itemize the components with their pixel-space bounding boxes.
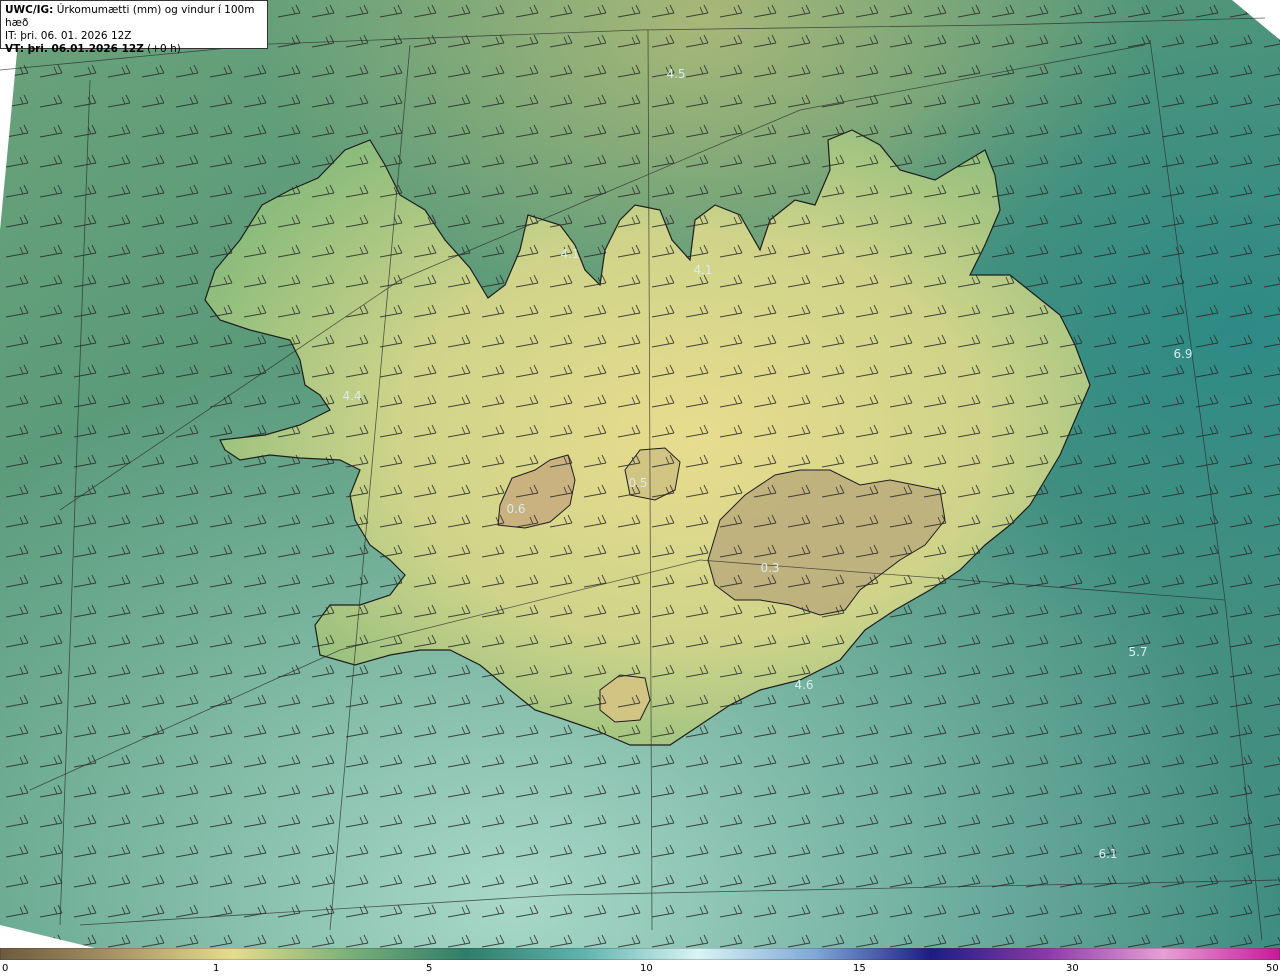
label-0-6: 0.6 xyxy=(506,502,525,516)
label-0-5: 0.5 xyxy=(628,476,647,490)
precipitation-wind-map[interactable]: 4.5 4.1 4.1 4.4 6.9 0.5 0.6 0.3 5.7 4.6 6.1 xyxy=(0,0,1280,948)
init-time: IT: þri. 06. 01. 2026 12Z xyxy=(5,30,132,42)
label-4-1-a: 4.1 xyxy=(560,247,579,261)
label-6-1: 6.1 xyxy=(1098,847,1117,861)
label-4-4: 4.4 xyxy=(342,389,361,403)
colorbar-tick-label: 1 xyxy=(213,963,220,974)
valid-time: VT: þri. 06.01.2026 12Z xyxy=(5,43,144,55)
label-0-3: 0.3 xyxy=(760,561,779,575)
colorbar xyxy=(0,948,1280,960)
wind-barbs xyxy=(0,0,1280,948)
map-info-box: UWC/IG: Úrkomumætti (mm) og vindur í 100… xyxy=(0,0,268,55)
valid-time-line: VT: þri. 06.01.2026 12Z (+0 h) xyxy=(5,43,263,56)
product-line: UWC/IG: Úrkomumætti (mm) og vindur í 100… xyxy=(5,4,263,30)
colorbar-tick-label: 0 xyxy=(2,963,9,974)
colorbar-tick-label: 5 xyxy=(426,963,433,974)
label-4-1-b: 4.1 xyxy=(693,263,712,277)
colorbar-tick-label: 30 xyxy=(1066,963,1079,974)
label-4-5: 4.5 xyxy=(666,67,685,81)
colorbar-tick-label: 15 xyxy=(853,963,866,974)
product-code: UWC/IG: xyxy=(5,4,54,16)
forecast-offset: (+0 h) xyxy=(143,43,181,55)
label-4-6: 4.6 xyxy=(794,678,813,692)
label-6-9: 6.9 xyxy=(1173,347,1192,361)
colorbar-tick-label: 50 xyxy=(1266,963,1279,974)
label-5-7: 5.7 xyxy=(1128,645,1147,659)
colorbar-tick-label: 10 xyxy=(640,963,653,974)
